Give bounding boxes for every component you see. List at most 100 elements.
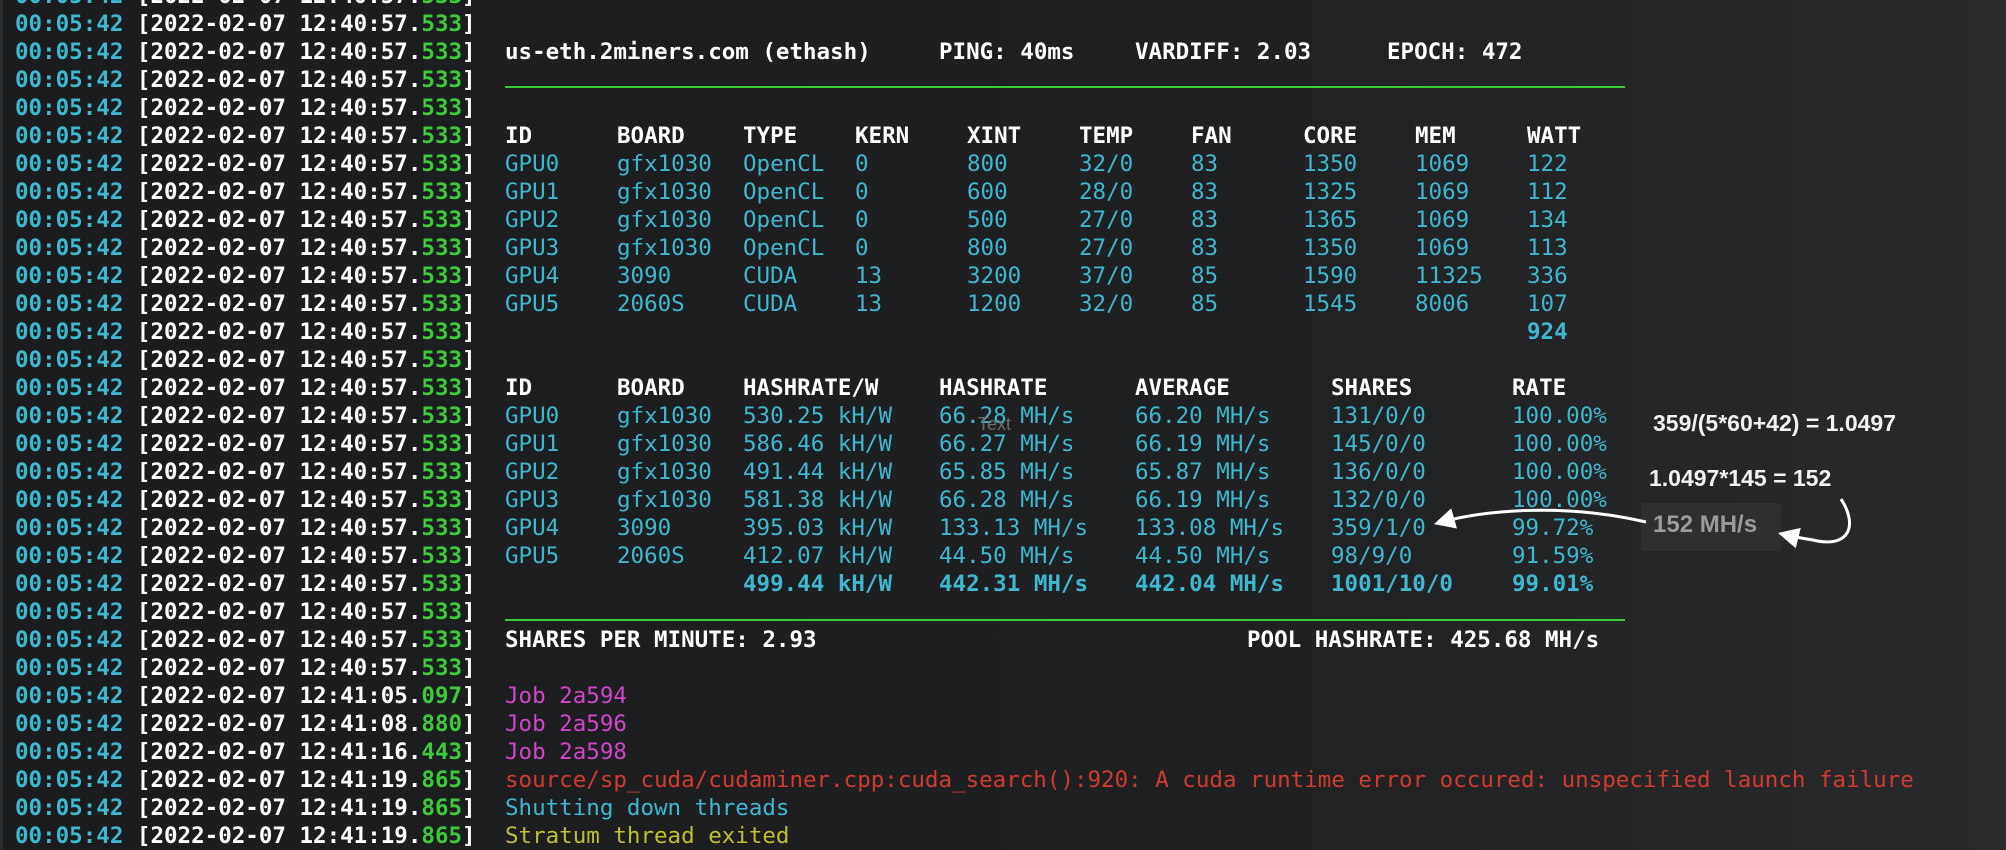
log-millis: 533 <box>421 347 463 373</box>
bracket-close: ] <box>462 543 476 569</box>
gpu-table-cell-3: 0 <box>855 235 869 261</box>
bracket-open: [ <box>136 767 151 793</box>
log-uptime: 00:05:42 <box>15 319 124 345</box>
log-uptime: 00:05:42 <box>15 235 124 261</box>
gpu-table-cell-5: 27/0 <box>1079 235 1134 261</box>
log-line: 00:05:42 [2022-02-07 12:40:57.533] GPU5 20… <box>15 542 1593 570</box>
bracket-open: [ <box>136 739 151 765</box>
log-uptime: 00:05:42 <box>15 179 124 205</box>
log-millis: 533 <box>421 67 463 93</box>
bracket-close: ] <box>462 0 476 9</box>
log-line: 00:05:42 [2022-02-07 12:40:57.533] GPU2 gf… <box>15 206 1568 234</box>
log-date: 2022-02-07 <box>150 487 286 513</box>
log-uptime: 00:05:42 <box>15 403 124 429</box>
gpu-table-cell-6: 83 <box>1191 235 1219 261</box>
gpu-table-cell-3: 13 <box>855 291 883 317</box>
bracket-open: [ <box>136 11 151 37</box>
log-date: 2022-02-07 <box>150 207 286 233</box>
hash-table-cell-2: 395.03 kH/W <box>743 515 893 541</box>
log-date: 2022-02-07 <box>150 515 286 541</box>
log-millis: 880 <box>421 711 463 737</box>
log-uptime: 00:05:42 <box>15 543 124 569</box>
log-millis: 533 <box>421 543 463 569</box>
gpu-table-cell-2: CUDA <box>743 263 798 289</box>
log-date: 2022-02-07 <box>150 599 286 625</box>
bracket-open: [ <box>136 711 151 737</box>
hash-table-cell-2: 412.07 kH/W <box>743 543 893 569</box>
hash-table-cell-4: 66.19 MH/s <box>1135 487 1271 513</box>
gpu-table-cell-9: 134 <box>1527 207 1568 233</box>
bracket-open: [ <box>136 655 151 681</box>
hash-table-cell-6: 91.59% <box>1512 543 1594 569</box>
bracket-open: [ <box>137 0 151 9</box>
gpu-table-cell-2: CUDA <box>743 291 798 317</box>
log-uptime: 00:05:42 <box>15 95 124 121</box>
log-clock: 12:40:57. <box>299 599 422 625</box>
hash-table-cell-4: 44.50 MH/s <box>1135 543 1271 569</box>
log-millis: 533 <box>421 0 462 9</box>
log-clock: 12:40:57. <box>299 207 422 233</box>
log-millis: 533 <box>421 515 463 541</box>
bracket-close: ] <box>462 739 476 765</box>
gpu-table-cell-5: 28/0 <box>1079 179 1134 205</box>
log-uptime: 00:05:42 <box>15 151 124 177</box>
log-line: 00:05:42 [2022-02-07 12:41:08.880] Job 2a… <box>15 710 627 738</box>
gpu-table-cell-4: 3200 <box>967 263 1022 289</box>
log-clock: 12:40:57. <box>299 11 422 37</box>
gpu-table-cell-5: 32/0 <box>1079 291 1134 317</box>
hash-table-cell-6: 100.00% <box>1512 487 1607 513</box>
hash-total-3: 1001/10/0 <box>1331 571 1453 597</box>
gpu-table-cell-5: 37/0 <box>1079 263 1134 289</box>
log-uptime: 00:05:42 <box>15 627 124 653</box>
log-millis: 533 <box>421 263 463 289</box>
log-line: 00:05:42 [2022-02-07 12:40:57.533] <box>15 598 476 626</box>
bracket-open: [ <box>136 543 151 569</box>
log-uptime: 00:05:42 <box>15 599 124 625</box>
gpu-table-cell-6: 83 <box>1191 151 1219 177</box>
log-millis: 865 <box>421 823 463 849</box>
log-millis: 533 <box>421 319 463 345</box>
log-date: 2022-02-07 <box>150 571 286 597</box>
log-date: 2022-02-07 <box>150 235 286 261</box>
log-millis: 443 <box>421 739 463 765</box>
bracket-open: [ <box>136 263 151 289</box>
bracket-close: ] <box>462 767 476 793</box>
hash-table-header-3: HASHRATE <box>939 375 1048 401</box>
gpu-table-cell-5: 32/0 <box>1079 151 1134 177</box>
log-clock: 12:40:57. <box>299 487 422 513</box>
log-date: 2022-02-07 <box>150 123 286 149</box>
log-message: Stratum thread exited <box>505 823 790 849</box>
gpu-table-cell-6: 85 <box>1191 263 1219 289</box>
gpu-table-cell-3: 0 <box>855 151 869 177</box>
gpu-table-cell-4: 1200 <box>967 291 1022 317</box>
log-uptime: 00:05:42 <box>15 515 124 541</box>
gpu-table-cell-1: 2060S <box>617 291 685 317</box>
bracket-close: ] <box>462 347 476 373</box>
log-clock: 12:40:57. <box>299 0 421 9</box>
bracket-close: ] <box>462 39 476 65</box>
gpu-table-cell-0: GPU4 <box>505 263 560 289</box>
log-millis: 533 <box>421 655 463 681</box>
log-clock: 12:41:16. <box>299 739 422 765</box>
log-line: 00:05:42 [2022-02-07 12:40:57.533] GPU4 30… <box>15 262 1568 290</box>
hash-table-cell-3: 66.28 MH/s <box>939 487 1075 513</box>
gpu-total-watt: 924 <box>1527 319 1568 345</box>
log-uptime: 00:05:42 <box>15 795 124 821</box>
hash-table-cell-4: 66.20 MH/s <box>1135 403 1271 429</box>
hash-table-cell-1: 3090 <box>617 515 672 541</box>
bracket-close: ] <box>462 375 476 401</box>
gpu-table-cell-2: OpenCL <box>743 151 825 177</box>
gpu-table-cell-2: OpenCL <box>743 207 825 233</box>
pool-hashrate: POOL HASHRATE: 425.68 MH/s <box>1247 627 1600 653</box>
bracket-open: [ <box>136 515 151 541</box>
hash-table-cell-2: 586.46 kH/W <box>743 431 893 457</box>
gpu-table-cell-5: 27/0 <box>1079 207 1134 233</box>
bracket-open: [ <box>136 487 151 513</box>
bracket-open: [ <box>136 459 151 485</box>
gpu-table-cell-7: 1325 <box>1303 179 1358 205</box>
gpu-table-header-0: ID <box>505 123 533 149</box>
log-line: 00:05:42 [2022-02-07 12:40:57.533] GPU4 30… <box>15 514 1593 542</box>
gpu-table-cell-8: 1069 <box>1415 235 1470 261</box>
hash-table-cell-6: 99.72% <box>1512 515 1594 541</box>
log-uptime: 00:05:42 <box>15 459 124 485</box>
